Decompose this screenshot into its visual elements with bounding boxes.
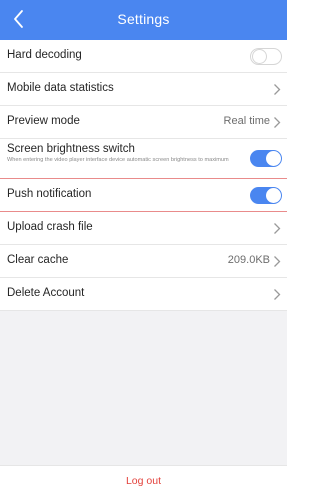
clear-cache-row[interactable]: Clear cache 209.0KB: [0, 245, 287, 278]
logout-button[interactable]: Log out: [0, 475, 287, 487]
hard-decoding-toggle[interactable]: [250, 48, 282, 65]
toggle-knob: [266, 188, 281, 203]
clear-cache-label: Clear cache: [7, 254, 69, 266]
page-title: Settings: [117, 11, 170, 27]
preview-mode-label: Preview mode: [7, 115, 80, 127]
push-notification-toggle[interactable]: [250, 187, 282, 204]
chevron-right-icon: [274, 256, 281, 267]
upload-crash-file-row[interactable]: Upload crash file: [0, 212, 287, 245]
hard-decoding-row: Hard decoding: [0, 40, 287, 73]
settings-screen: Settings Hard decoding Mobile data stati…: [0, 0, 287, 494]
toggle-knob: [266, 151, 281, 166]
header-bar: Settings: [0, 0, 287, 40]
cache-size-value: 209.0KB: [227, 254, 270, 266]
push-notification-label: Push notification: [7, 188, 92, 200]
chevron-right-icon: [274, 117, 281, 128]
screen-brightness-label: Screen brightness switch: [7, 143, 135, 155]
delete-account-label: Delete Account: [7, 287, 85, 299]
preview-mode-value: Real time: [223, 115, 270, 127]
hard-decoding-label: Hard decoding: [7, 49, 82, 61]
mobile-data-statistics-label: Mobile data statistics: [7, 82, 114, 94]
settings-list: Hard decoding Mobile data statistics Pre…: [0, 40, 287, 311]
toggle-knob: [252, 49, 267, 64]
chevron-right-icon: [274, 289, 281, 300]
upload-crash-file-label: Upload crash file: [7, 221, 93, 233]
footer-bar: Log out: [0, 465, 287, 494]
chevron-right-icon: [274, 223, 281, 234]
screen-brightness-row: Screen brightness switch When entering t…: [0, 139, 287, 179]
mobile-data-statistics-row[interactable]: Mobile data statistics: [0, 73, 287, 106]
preview-mode-row[interactable]: Preview mode Real time: [0, 106, 287, 139]
push-notification-row: Push notification: [0, 179, 287, 212]
screen-brightness-toggle[interactable]: [250, 150, 282, 167]
chevron-right-icon: [274, 84, 281, 95]
delete-account-row[interactable]: Delete Account: [0, 278, 287, 311]
screen-brightness-description: When entering the video player interface…: [7, 157, 229, 163]
